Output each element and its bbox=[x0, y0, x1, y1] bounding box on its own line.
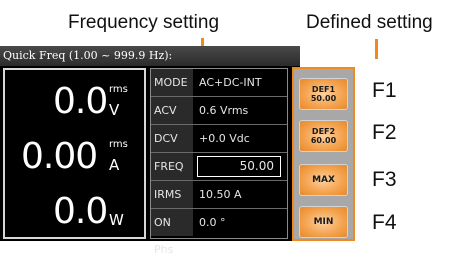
current-value: 0.00 bbox=[21, 136, 98, 177]
defined-setting-callout-line bbox=[375, 39, 378, 59]
def2-label: DEF2 bbox=[311, 127, 336, 136]
param-value: 0.0 ° bbox=[199, 216, 226, 229]
param-label: DCV bbox=[151, 125, 193, 152]
instrument-screen: Quick Freq (1.00 ~ 999.9 Hz): 0.0 rms V … bbox=[0, 46, 300, 256]
param-label: ON Phs bbox=[151, 209, 193, 256]
param-row-on-phase[interactable]: ON Phs 0.0 ° bbox=[151, 209, 287, 256]
param-row-dcv[interactable]: DCV +0.0 Vdc bbox=[151, 125, 287, 153]
power-readout: 0.0 W bbox=[5, 188, 144, 232]
current-unit: A bbox=[109, 156, 120, 174]
def1-value: 50.00 bbox=[310, 94, 337, 103]
min-label: MIN bbox=[313, 217, 334, 227]
frequency-input[interactable]: 50.00 bbox=[197, 156, 281, 177]
defined-setting-annotation: Defined setting bbox=[306, 12, 433, 33]
param-value: 10.50 A bbox=[199, 188, 242, 201]
current-rms-label: rms bbox=[109, 139, 128, 150]
param-label: MODE bbox=[151, 69, 193, 96]
parameter-table: MODE AC+DC-INT ACV 0.6 Vrms DCV +0.0 Vdc… bbox=[150, 68, 288, 256]
power-value: 0.0 bbox=[53, 191, 108, 232]
param-label: ACV bbox=[151, 97, 193, 124]
f2-label: F2 bbox=[372, 121, 397, 144]
def1-label: DEF1 bbox=[311, 85, 336, 94]
voltage-unit: V bbox=[109, 101, 120, 119]
voltage-value: 0.0 bbox=[53, 81, 108, 122]
current-readout: 0.00 rms A bbox=[5, 133, 144, 177]
max-button[interactable]: MAX bbox=[299, 164, 348, 196]
f3-label: F3 bbox=[372, 168, 397, 191]
param-label: FREQ bbox=[151, 153, 193, 180]
max-label: MAX bbox=[312, 175, 335, 185]
param-value: AC+DC-INT bbox=[199, 76, 262, 89]
def1-button[interactable]: DEF1 50.00 bbox=[299, 78, 348, 110]
voltage-readout: 0.0 rms V bbox=[5, 78, 144, 122]
power-unit: W bbox=[109, 211, 124, 229]
f4-label: F4 bbox=[372, 211, 397, 234]
frequency-setting-annotation: Frequency setting bbox=[68, 12, 220, 33]
param-row-acv[interactable]: ACV 0.6 Vrms bbox=[151, 97, 287, 125]
param-row-irms[interactable]: IRMS 10.50 A bbox=[151, 181, 287, 209]
def2-button[interactable]: DEF2 60.00 bbox=[299, 120, 348, 152]
param-value: 0.6 Vrms bbox=[199, 104, 249, 117]
screen-title: Quick Freq (1.00 ~ 999.9 Hz): bbox=[0, 46, 300, 66]
function-key-panel: DEF1 50.00 DEF2 60.00 MAX MIN bbox=[292, 67, 355, 241]
param-row-freq[interactable]: FREQ 50.00 bbox=[151, 153, 287, 181]
measurement-panel: 0.0 rms V 0.00 rms A 0.0 W bbox=[3, 68, 146, 239]
param-value: +0.0 Vdc bbox=[199, 132, 250, 145]
param-label: IRMS bbox=[151, 181, 193, 208]
f1-label: F1 bbox=[372, 79, 397, 102]
param-row-mode[interactable]: MODE AC+DC-INT bbox=[151, 69, 287, 97]
voltage-rms-label: rms bbox=[109, 84, 128, 95]
min-button[interactable]: MIN bbox=[299, 206, 348, 238]
def2-value: 60.00 bbox=[310, 136, 337, 145]
